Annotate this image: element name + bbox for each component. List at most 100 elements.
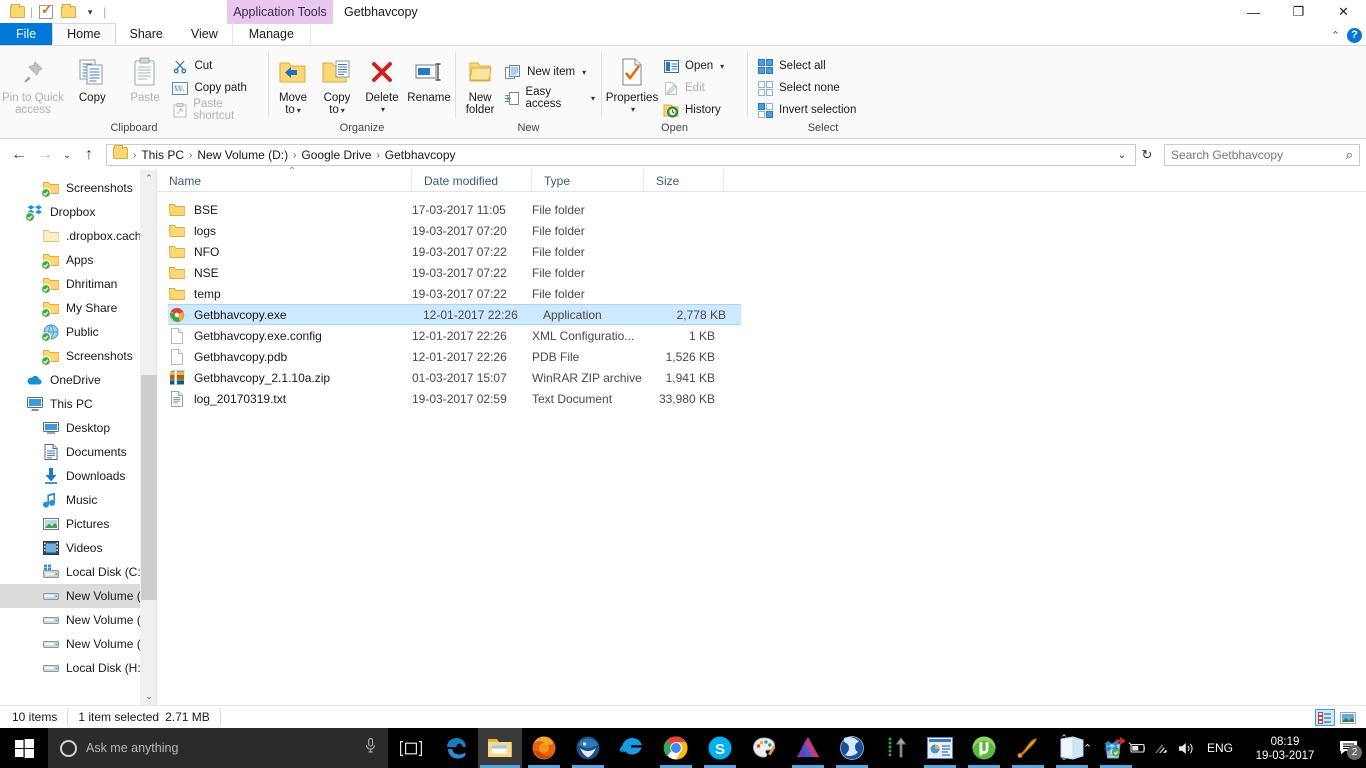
easy-access-caret-icon[interactable]: ▾ [591, 94, 595, 103]
column-header-type[interactable]: Type [532, 169, 644, 192]
column-header-size[interactable]: Size [644, 169, 724, 192]
firefox-icon[interactable] [522, 728, 566, 768]
column-header-date-modified[interactable]: Date modified [412, 169, 532, 192]
sidebar-item-dropbox-cache[interactable]: .dropbox.cache [0, 224, 140, 248]
taskbar-scroll-up-icon[interactable]: ⌃ [1060, 733, 1068, 744]
sidebar-item-dhritiman[interactable]: Dhritiman [0, 272, 140, 296]
file-explorer-icon[interactable] [478, 728, 522, 768]
column-header-name[interactable]: ⌃ Name [157, 166, 412, 192]
history-button[interactable]: History [662, 101, 730, 119]
nav-scroll-thumb[interactable] [141, 375, 157, 600]
breadcrumb-item-google-drive[interactable]: Google Drive [297, 148, 375, 162]
task-view-icon[interactable] [388, 728, 434, 768]
sidebar-item-screenshots[interactable]: Screenshots [0, 176, 140, 200]
breadcrumb-bar[interactable]: › This PC › New Volume (D:) › Google Dri… [106, 144, 1136, 166]
google-earth-icon[interactable] [830, 728, 874, 768]
affinity-designer-icon[interactable] [786, 728, 830, 768]
invert-selection-button[interactable]: Invert selection [756, 101, 862, 119]
action-center-icon[interactable]: 2 [1330, 728, 1366, 768]
table-row[interactable]: Getbhavcopy.pdb 12-01-2017 22:26 PDB File 1… [157, 346, 1366, 367]
close-button[interactable]: ✕ [1321, 0, 1366, 24]
breadcrumb-item-new-volume-d[interactable]: New Volume (D:) [193, 148, 292, 162]
navigation-pane-scrollbar[interactable]: ⌃ ⌄ [140, 170, 157, 705]
presentation-icon[interactable] [918, 728, 962, 768]
paste-button[interactable]: Paste [119, 50, 172, 104]
tab-share[interactable]: Share [116, 23, 177, 45]
sidebar-item-documents[interactable]: Documents [0, 440, 140, 464]
taskbar-overflow-scroll[interactable]: ⌃ ⌄ [1053, 728, 1075, 768]
collapse-ribbon-chevron-icon[interactable]: ⌃ [1331, 29, 1340, 42]
details-view-icon[interactable] [1315, 709, 1335, 726]
new-item-button[interactable]: New item ▾ [504, 63, 601, 81]
back-button[interactable]: ← [6, 142, 32, 168]
sidebar-item-desktop[interactable]: Desktop [0, 416, 140, 440]
putty-icon[interactable] [1006, 728, 1050, 768]
delete-button[interactable]: Delete ▾ [359, 50, 405, 116]
sidebar-item-apps[interactable]: Apps [0, 248, 140, 272]
battery-icon[interactable] [1125, 728, 1150, 768]
refresh-icon[interactable]: ↻ [1136, 147, 1158, 163]
sidebar-item-pictures[interactable]: Pictures [0, 512, 140, 536]
nav-scroll-up-arrow-icon[interactable]: ⌃ [141, 170, 157, 187]
maximize-button[interactable]: ❐ [1276, 0, 1321, 24]
nav-scroll-down-arrow-icon[interactable]: ⌄ [141, 688, 157, 705]
properties-caret-icon[interactable]: ▾ [631, 104, 635, 116]
sidebar-item-onedrive[interactable]: OneDrive [0, 368, 140, 392]
sidebar-item-local-disk-c[interactable]: Local Disk (C:) [0, 560, 140, 584]
help-icon[interactable]: ? [1347, 27, 1362, 43]
utorrent-icon[interactable] [962, 728, 1006, 768]
clock[interactable]: 08:19 19-03-2017 [1240, 733, 1330, 763]
large-icons-view-icon[interactable] [1338, 709, 1358, 726]
table-row[interactable]: BSE 17-03-2017 11:05 File folder [157, 199, 1366, 220]
language-indicator[interactable]: ENG [1200, 741, 1240, 755]
sidebar-item-public[interactable]: Public [0, 320, 140, 344]
sidebar-item-new-volume-d[interactable]: New Volume (D:) [0, 584, 140, 608]
internet-explorer-icon[interactable] [610, 728, 654, 768]
properties-quick-icon[interactable] [35, 1, 57, 23]
cortana-search-box[interactable]: Ask me anything [48, 728, 388, 768]
sidebar-item-local-disk-h[interactable]: Local Disk (H:) [0, 656, 140, 680]
cut-button[interactable]: Cut [171, 57, 268, 75]
customize-qat-chevron-down-icon[interactable]: ▾ [79, 1, 101, 23]
google-chrome-icon[interactable] [654, 728, 698, 768]
sidebar-item-new-volume-g[interactable]: New Volume (G:) [0, 632, 140, 656]
dropbox-tray-icon[interactable] [1100, 728, 1125, 768]
new-folder-button[interactable]: New folder [456, 50, 504, 116]
select-all-button[interactable]: Select all [756, 57, 862, 75]
thunderbird-icon[interactable] [566, 728, 610, 768]
tab-home[interactable]: Home [52, 23, 116, 45]
edit-button[interactable]: Edit [662, 79, 730, 97]
sidebar-item-videos[interactable]: Videos [0, 536, 140, 560]
search-icon[interactable]: ⌕ [1346, 147, 1353, 163]
taskbar-scroll-down-icon[interactable]: ⌄ [1060, 752, 1068, 763]
table-row[interactable]: Getbhavcopy.exe 12-01-2017 22:26 Applicati… [168, 304, 741, 325]
table-row[interactable]: Getbhavcopy.exe.config 12-01-2017 22:26 XM… [157, 325, 1366, 346]
skype-icon[interactable]: S [698, 728, 742, 768]
sidebar-item-screenshots[interactable]: Screenshots [0, 344, 140, 368]
volume-icon[interactable] [1175, 728, 1200, 768]
easy-access-button[interactable]: Easy access ▾ [504, 86, 601, 110]
tab-file[interactable]: File [0, 23, 53, 45]
minimize-button[interactable]: — [1231, 0, 1276, 24]
pin-to-quick-access-button[interactable]: Pin to Quick access [0, 50, 66, 116]
sidebar-item-downloads[interactable]: Downloads [0, 464, 140, 488]
forward-button[interactable]: → [32, 142, 58, 168]
filezilla-icon[interactable] [874, 728, 918, 768]
up-button[interactable]: ↑ [76, 142, 102, 168]
address-dropdown-chevron-down-icon[interactable]: ⌄ [1113, 150, 1131, 161]
table-row[interactable]: log_20170319.txt 19-03-2017 02:59 Text Doc… [157, 388, 1366, 409]
new-folder-quick-icon[interactable] [57, 1, 79, 23]
windows-start-icon[interactable] [0, 728, 48, 768]
microsoft-edge-icon[interactable] [434, 728, 478, 768]
sidebar-item-my-share[interactable]: My Share [0, 296, 140, 320]
copy-path-button[interactable]: \\.. Copy path [171, 79, 268, 97]
sidebar-item-dropbox[interactable]: Dropbox [0, 200, 140, 224]
table-row[interactable]: Getbhavcopy_2.1.10a.zip 01-03-2017 15:07 W… [157, 367, 1366, 388]
copy-button[interactable]: Copy [66, 50, 119, 104]
tab-view[interactable]: View [177, 23, 232, 45]
paste-shortcut-button[interactable]: Paste shortcut [171, 98, 268, 122]
table-row[interactable]: NSE 19-03-2017 07:22 File folder [157, 262, 1366, 283]
select-none-button[interactable]: Select none [756, 79, 862, 97]
new-item-caret-icon[interactable]: ▾ [582, 68, 586, 77]
properties-button[interactable]: Properties ▾ [602, 50, 662, 116]
